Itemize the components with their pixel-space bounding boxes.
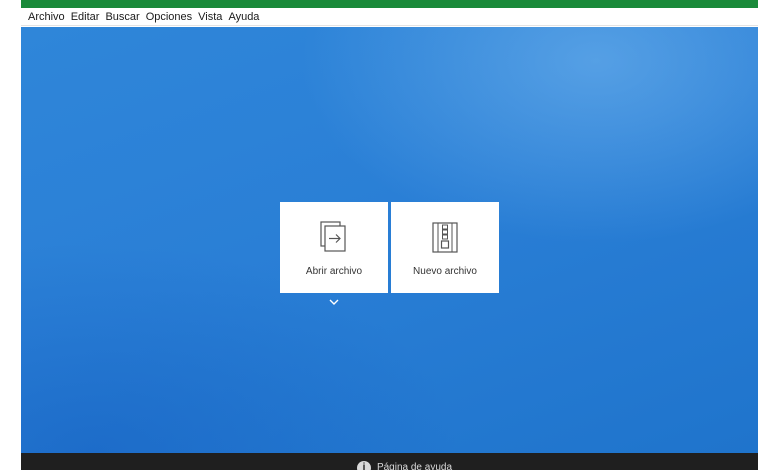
start-panel: Abrir archivo Nuevo archivo (21, 27, 758, 453)
app-window: Archivo Editar Buscar Opciones Vista Ayu… (21, 0, 758, 470)
new-archive-icon (432, 222, 458, 253)
menu-item-buscar[interactable]: Buscar (102, 9, 142, 25)
info-icon: i (356, 461, 371, 470)
open-file-icon (320, 221, 346, 252)
help-link[interactable]: i Página de ayuda (356, 461, 453, 470)
menu-item-editar[interactable]: Editar (68, 9, 103, 25)
menu-item-vista[interactable]: Vista (195, 9, 225, 25)
menu-item-opciones[interactable]: Opciones (143, 9, 195, 25)
menu-bar: Archivo Editar Buscar Opciones Vista Ayu… (21, 8, 758, 26)
help-label: Página de ayuda (376, 462, 453, 470)
menu-item-archivo[interactable]: Archivo (25, 9, 68, 25)
new-archive-button[interactable]: Nuevo archivo (391, 202, 499, 293)
open-file-label: Abrir archivo (305, 266, 363, 277)
menu-item-ayuda[interactable]: Ayuda (225, 9, 262, 25)
new-archive-label: Nuevo archivo (413, 266, 477, 277)
open-file-button[interactable]: Abrir archivo (280, 202, 388, 293)
title-bar[interactable] (21, 0, 758, 8)
chevron-down-icon[interactable] (327, 297, 341, 307)
footer-bar: i Página de ayuda (21, 453, 758, 470)
